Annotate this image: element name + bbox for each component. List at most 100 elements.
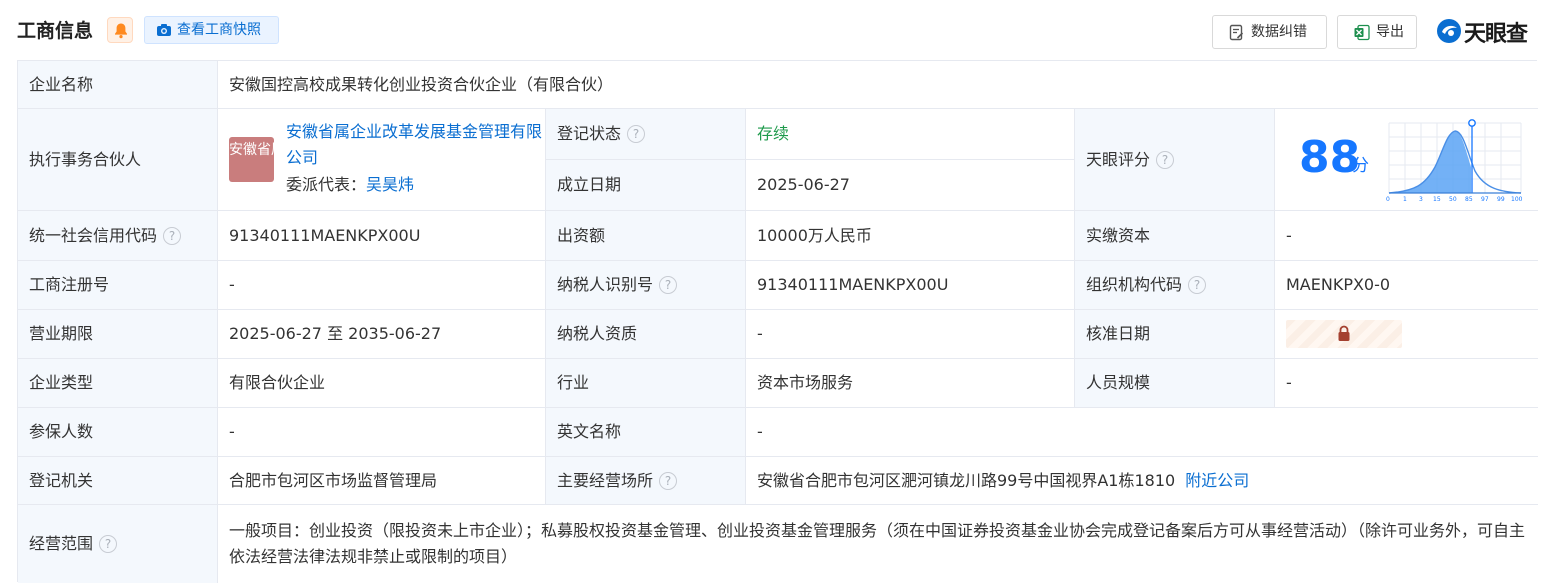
- value-scope: 一般项目：创业投资（限投资未上市企业）；私募股权投资基金管理、创业投资基金管理服…: [218, 505, 1538, 583]
- data-correct-button[interactable]: 数据纠错: [1212, 15, 1327, 49]
- help-icon[interactable]: ?: [659, 471, 678, 490]
- value-score[interactable]: 88 分 0 1 3 15 50 85 97 99 100: [1275, 109, 1538, 211]
- axis-tick: 3: [1419, 196, 1423, 201]
- label-insured: 参保人数: [18, 408, 218, 457]
- label-company-type: 企业类型: [18, 359, 218, 408]
- partner-rep: 委派代表：吴昊炜: [286, 172, 414, 198]
- label-text: 经营范围: [29, 534, 94, 553]
- label-text: 纳税人资质: [557, 324, 638, 343]
- rep-label: 委派代表：: [286, 175, 367, 194]
- credit-code-text: 91340111MAENKPX00U: [229, 225, 421, 245]
- paid-capital-text: -: [1286, 225, 1292, 245]
- header: 工商信息 查看工商快照 数据纠错 导出 天眼查: [0, 0, 1557, 60]
- help-icon[interactable]: ?: [627, 125, 646, 143]
- axis-tick: 50: [1449, 196, 1457, 201]
- value-address: 安徽省合肥市包河区淝河镇龙川路99号中国视界A1栋1810 附近公司: [746, 457, 1538, 505]
- axis-tick: 97: [1481, 196, 1489, 201]
- province-badge: 安徽省属: [229, 137, 285, 182]
- data-correct-label: 数据纠错: [1251, 24, 1307, 40]
- label-text: 出资额: [557, 225, 606, 245]
- label-partner: 执行事务合伙人: [18, 109, 218, 211]
- taxpayer-qual-text: -: [757, 324, 763, 343]
- label-text: 登记状态: [557, 124, 622, 143]
- view-snapshot-button[interactable]: 查看工商快照: [144, 16, 279, 44]
- label-paid-capital: 实缴资本: [1075, 211, 1275, 261]
- axis-tick: 100: [1511, 196, 1523, 201]
- brand-mark-icon: [1437, 19, 1461, 43]
- company-name-text: 安徽国控高校成果转化创业投资合伙企业（有限合伙）: [229, 74, 614, 94]
- value-paid-capital: -: [1275, 211, 1538, 261]
- value-approve-date: [1275, 310, 1538, 359]
- industry-text: 资本市场服务: [757, 373, 854, 392]
- rep-name-link[interactable]: 吴昊炜: [366, 175, 414, 194]
- value-reg-status: 存续: [746, 109, 1075, 160]
- label-term: 营业期限: [18, 310, 218, 359]
- label-text: 统一社会信用代码: [29, 225, 158, 245]
- label-reg-no: 工商注册号: [18, 261, 218, 310]
- capital-text: 10000万人民币: [757, 225, 872, 245]
- page-title: 工商信息: [17, 20, 94, 42]
- axis-tick: 1: [1403, 196, 1407, 201]
- help-icon[interactable]: ?: [1188, 276, 1207, 294]
- help-icon[interactable]: ?: [99, 535, 118, 553]
- label-text: 企业名称: [29, 74, 94, 94]
- label-company-name: 企业名称: [18, 61, 218, 109]
- camera-icon: [157, 24, 171, 36]
- partner-name-link[interactable]: 安徽省属企业改革发展基金管理有限公司: [286, 119, 545, 171]
- label-text: 成立日期: [557, 175, 622, 194]
- value-founded: 2025-06-27: [746, 160, 1075, 211]
- export-label: 导出: [1376, 24, 1404, 40]
- label-text: 登记机关: [29, 470, 94, 490]
- export-button[interactable]: 导出: [1337, 15, 1417, 49]
- brand-name: 天眼查: [1464, 22, 1528, 47]
- label-industry: 行业: [546, 359, 746, 408]
- axis-tick: 0: [1386, 196, 1390, 201]
- lock-icon: [1338, 325, 1350, 341]
- value-reg-authority: 合肥市包河区市场监督管理局: [218, 457, 546, 505]
- bell-icon: [115, 23, 127, 39]
- label-approve-date: 核准日期: [1075, 310, 1275, 359]
- value-company-type: 有限合伙企业: [218, 359, 546, 408]
- label-text: 组织机构代码: [1086, 275, 1183, 294]
- label-text: 参保人数: [29, 422, 94, 441]
- value-insured: -: [218, 408, 546, 457]
- label-english-name: 英文名称: [546, 408, 746, 457]
- taxpayer-id-text: 91340111MAENKPX00U: [757, 275, 949, 294]
- english-name-text: -: [757, 422, 763, 441]
- label-scope: 经营范围?: [18, 505, 218, 583]
- value-credit-code: 91340111MAENKPX00U: [218, 211, 546, 261]
- value-org-code: MAENKPX0-0: [1275, 261, 1538, 310]
- help-icon[interactable]: ?: [659, 276, 678, 294]
- label-text: 企业类型: [29, 373, 94, 392]
- label-text: 营业期限: [29, 324, 94, 343]
- company-type-text: 有限合伙企业: [229, 373, 326, 392]
- help-icon[interactable]: ?: [1156, 150, 1175, 169]
- axis-tick: 15: [1433, 196, 1441, 201]
- label-text: 执行事务合伙人: [29, 149, 142, 169]
- label-address: 主要经营场所?: [546, 457, 746, 505]
- edit-doc-icon: [1229, 24, 1244, 41]
- label-text: 主要经营场所: [557, 470, 654, 490]
- founded-text: 2025-06-27: [757, 175, 850, 194]
- label-text: 天眼评分: [1086, 149, 1151, 169]
- label-capital: 出资额: [546, 211, 746, 261]
- help-icon[interactable]: ?: [163, 226, 182, 245]
- label-taxpayer-qual: 纳税人资质: [546, 310, 746, 359]
- business-info-table: 企业名称 安徽国控高校成果转化创业投资合伙企业（有限合伙） 执行事务合伙人 安徽…: [17, 60, 1538, 583]
- nearby-companies-link[interactable]: 附近公司: [1185, 468, 1249, 494]
- axis-tick: 85: [1465, 196, 1473, 201]
- value-taxpayer-qual: -: [746, 310, 1075, 359]
- view-snapshot-label: 查看工商快照: [177, 22, 261, 38]
- label-reg-status: 登记状态?: [546, 109, 746, 160]
- value-industry: 资本市场服务: [746, 359, 1075, 408]
- staff-size-text: -: [1286, 373, 1292, 392]
- reg-no-text: -: [229, 275, 235, 294]
- label-staff-size: 人员规模: [1075, 359, 1275, 408]
- label-reg-authority: 登记机关: [18, 457, 218, 505]
- value-staff-size: -: [1275, 359, 1538, 408]
- label-score: 天眼评分?: [1075, 109, 1275, 211]
- score-distribution-chart: 0 1 3 15 50 85 97 99 100: [1386, 119, 1523, 201]
- monitor-bell-button[interactable]: [107, 17, 133, 43]
- value-capital: 10000万人民币: [746, 211, 1075, 261]
- locked-value-button[interactable]: [1286, 320, 1402, 348]
